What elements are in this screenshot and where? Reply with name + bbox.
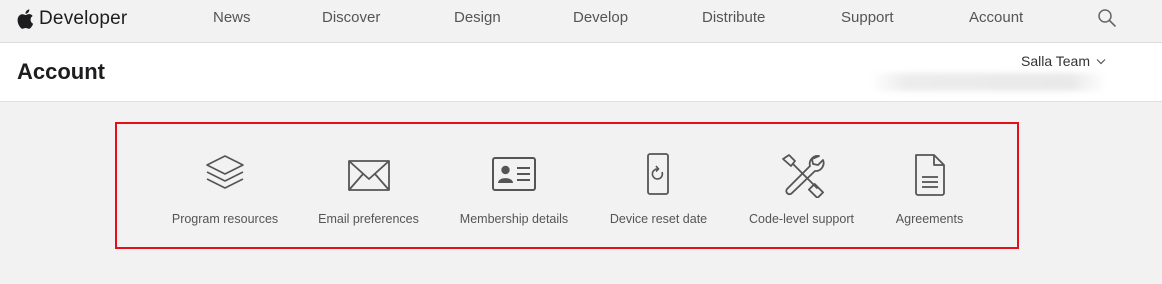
tile-label: Device reset date	[609, 212, 708, 226]
nav-distribute[interactable]: Distribute	[702, 9, 765, 26]
tile-code-level-support[interactable]: Code-level support	[747, 152, 856, 232]
global-nav: Developer News Discover Design Develop D…	[0, 0, 1162, 43]
envelope-icon	[347, 160, 390, 191]
nav-account[interactable]: Account	[969, 9, 1023, 26]
nav-design[interactable]: Design	[454, 9, 501, 26]
nav-support[interactable]: Support	[841, 9, 894, 26]
id-card-icon	[492, 157, 536, 191]
tile-program-resources[interactable]: Program resources	[172, 152, 278, 232]
tile-agreements[interactable]: Agreements	[895, 152, 964, 232]
tile-label: Code-level support	[749, 212, 854, 226]
tile-label: Program resources	[171, 212, 279, 226]
apple-logo-icon	[17, 9, 34, 29]
tile-label: Email preferences	[318, 212, 419, 226]
account-header: Account Salla Team	[0, 43, 1162, 102]
tile-email-preferences[interactable]: Email preferences	[318, 152, 419, 232]
document-icon	[914, 154, 945, 196]
device-reset-icon	[646, 153, 669, 195]
layers-icon	[206, 155, 244, 189]
tools-icon	[781, 154, 824, 199]
tile-label: Membership details	[459, 212, 569, 226]
search-icon[interactable]	[1097, 8, 1117, 28]
tile-label: Agreements	[895, 212, 964, 226]
team-name: Salla Team	[1021, 53, 1091, 69]
team-selector[interactable]: Salla Team	[1021, 53, 1106, 69]
nav-discover[interactable]: Discover	[322, 9, 380, 26]
tile-device-reset-date[interactable]: Device reset date	[609, 152, 708, 232]
nav-develop[interactable]: Develop	[573, 9, 628, 26]
brand-name: Developer	[39, 8, 128, 29]
nav-news[interactable]: News	[213, 9, 251, 26]
page-title: Account	[17, 59, 105, 84]
tile-membership-details[interactable]: Membership details	[459, 152, 569, 232]
developer-home-link[interactable]: Developer	[16, 6, 127, 32]
redacted-account-info	[870, 73, 1106, 91]
chevron-down-icon	[1096, 58, 1106, 64]
